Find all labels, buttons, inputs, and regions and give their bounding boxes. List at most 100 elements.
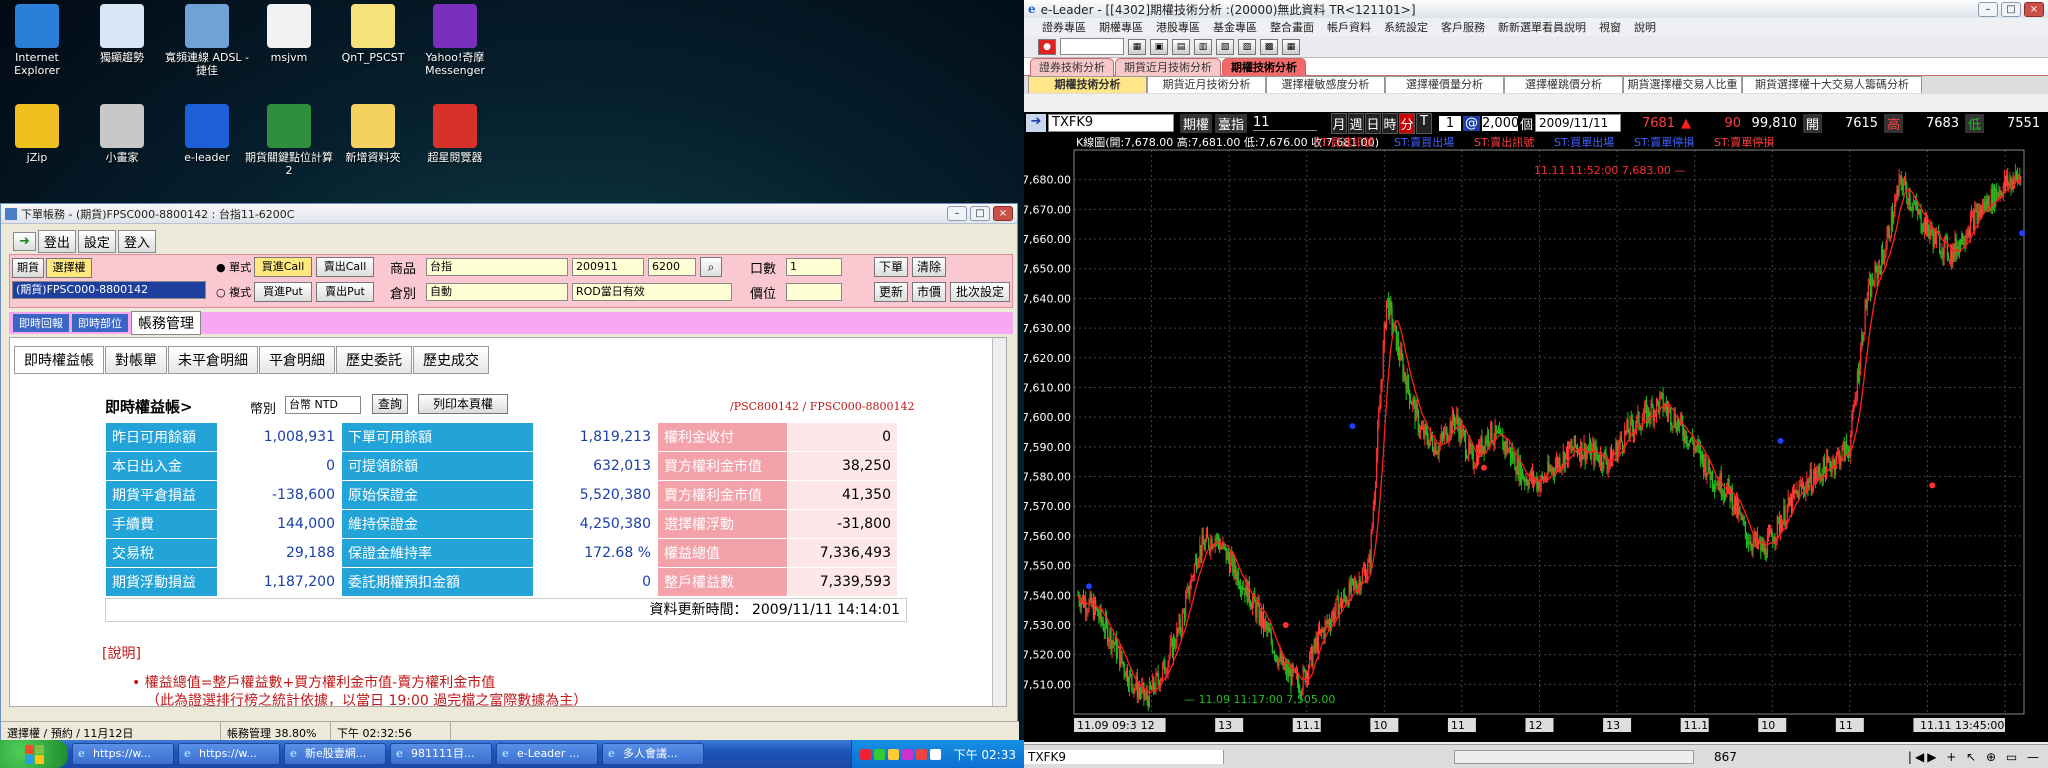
eleader-titlebar[interactable]: e e-Leader - [[4302]期權技術分析 :(20000)無此資料 … <box>1024 0 2048 18</box>
tool-icon-8[interactable]: ▦ <box>1282 38 1300 55</box>
tray-network-icon[interactable] <box>859 748 871 760</box>
tool-icon-6[interactable]: ▨ <box>1238 38 1256 55</box>
menu-item[interactable]: 視窗 <box>1599 19 1621 35</box>
desktop-icon[interactable]: e-leader <box>162 104 252 164</box>
desktop-icon[interactable]: 期貨關鍵點位計算2 <box>244 104 334 177</box>
tray-yahoo-icon[interactable] <box>901 748 913 760</box>
app-maximize-button[interactable]: □ <box>2001 1 2021 17</box>
chart-scrollbar[interactable] <box>1454 749 1694 764</box>
date-select[interactable]: 2009/11/11 <box>1535 114 1622 132</box>
tool-icon-3[interactable]: ▤ <box>1172 38 1190 55</box>
tray-volume-icon[interactable] <box>929 748 941 760</box>
kline-chart[interactable]: K線圖(開:7,678.00 高:7,681.00 低:7,676.00 收:7… <box>1022 134 2048 742</box>
taskbar-task[interactable]: e-Leader ... <box>496 743 598 765</box>
taskbar-task[interactable]: 新e股壹網... <box>284 743 386 765</box>
logout-button[interactable]: 登出 <box>37 230 76 253</box>
interval-input[interactable]: 1 <box>1439 115 1462 131</box>
refresh-button[interactable]: 更新 <box>874 282 908 302</box>
kind-label[interactable]: 期權 <box>1180 113 1213 133</box>
period-button[interactable]: 日 <box>1365 112 1382 134</box>
tab-account-management[interactable]: 帳務管理 <box>131 311 201 335</box>
analysis-tab[interactable]: 期貨選擇權十大交易人籌碼分析 <box>1742 76 1922 93</box>
currency-select[interactable]: 台幣 NTD <box>285 396 361 414</box>
period-button[interactable]: 月 <box>1331 112 1348 134</box>
menu-item[interactable]: 基金專區 <box>1213 19 1257 35</box>
menu-item[interactable]: 期權專區 <box>1099 19 1143 35</box>
tool-icon-2[interactable]: ▣ <box>1150 38 1168 55</box>
menu-item[interactable]: 港股專區 <box>1156 19 1200 35</box>
subtab-4[interactable]: 歷史委託 <box>336 346 412 374</box>
function-select[interactable] <box>1060 38 1124 55</box>
print-page-button[interactable]: 列印本頁權 <box>418 394 508 414</box>
menu-item[interactable]: 新新選單看員說明 <box>1498 19 1586 35</box>
back-arrow-icon[interactable]: ➜ <box>13 232 36 251</box>
app-minimize-button[interactable]: – <box>1978 1 1998 17</box>
go-arrow-icon[interactable]: ➜ <box>1026 114 1046 132</box>
sell-call-button[interactable]: 賣出Call <box>316 257 374 277</box>
vertical-scrollbar[interactable] <box>992 338 1006 706</box>
symbol-input[interactable]: TXFK9 <box>1048 114 1174 132</box>
desktop-icon[interactable]: QnT_PSCST <box>328 4 418 64</box>
desktop-icon[interactable]: Yahoo!奇摩 Messenger <box>410 4 500 77</box>
tab-futures[interactable]: 期貨 <box>12 258 44 278</box>
bars-input[interactable]: 2,000 <box>1482 115 1519 131</box>
analysis-tab[interactable]: 選擇權敏感度分析 <box>1266 76 1385 93</box>
subtab-0[interactable]: 即時權益帳 <box>14 346 104 374</box>
market-price-button[interactable]: 市價 <box>912 282 946 302</box>
menu-item[interactable]: 帳戶資料 <box>1327 19 1371 35</box>
record-icon[interactable]: ● <box>1038 38 1056 55</box>
desktop-icon[interactable]: 獨顯趨勢 <box>77 4 167 64</box>
radio-multi[interactable]: ○ 複式 <box>216 284 251 300</box>
buy-call-button[interactable]: 買進Call <box>254 257 312 277</box>
taskbar-task[interactable]: 多人會議... <box>602 743 704 765</box>
batch-settings-button[interactable]: 批次設定 <box>950 282 1010 302</box>
login-button[interactable]: 登入 <box>117 230 156 253</box>
tab-options[interactable]: 選擇權 <box>46 258 92 278</box>
maximize-button[interactable]: □ <box>970 206 990 221</box>
market-label[interactable]: 臺指 <box>1215 113 1248 133</box>
subtab-2[interactable]: 未平倉明細 <box>168 346 258 374</box>
analysis-tab[interactable]: 選擇權跳價分析 <box>1504 76 1623 93</box>
tray-messenger-icon[interactable] <box>887 748 899 760</box>
subtab-5[interactable]: 歷史成交 <box>413 346 489 374</box>
desktop-icon[interactable]: 寬頻連線 ADSL - 捷佳 <box>162 4 252 77</box>
month-select[interactable]: 200911 <box>572 258 644 276</box>
product-select[interactable]: 台指 <box>426 258 568 276</box>
taskbar-task[interactable]: 981111目... <box>390 743 492 765</box>
menu-item[interactable]: 系統設定 <box>1384 19 1428 35</box>
start-button[interactable] <box>0 740 68 768</box>
warehouse-select[interactable]: 自動 <box>426 283 568 301</box>
tool-icon-7[interactable]: ▩ <box>1260 38 1278 55</box>
taskbar-task[interactable]: https://w... <box>72 743 174 765</box>
desktop-icon[interactable]: 小畫家 <box>77 104 167 164</box>
qty-input[interactable]: 1 <box>786 258 842 276</box>
minimize-button[interactable]: – <box>947 206 967 221</box>
query-button[interactable]: 查詢 <box>372 394 408 414</box>
menu-item[interactable]: 說明 <box>1634 19 1656 35</box>
desktop-icon[interactable]: msjvm <box>244 4 334 64</box>
page-tab[interactable]: 期權技術分析 <box>1222 58 1306 76</box>
radio-single[interactable]: ● 單式 <box>216 259 251 275</box>
desktop-icon[interactable]: jZip <box>0 104 82 164</box>
strike-select[interactable]: 6200 <box>648 258 696 276</box>
price-input[interactable] <box>786 283 842 301</box>
chart-tool-buttons[interactable]: |◀▶ + ↖ ⊕ ▭ — <box>1908 750 2042 764</box>
tool-icon-5[interactable]: ▧ <box>1216 38 1234 55</box>
page-tab[interactable]: 證券技術分析 <box>1030 58 1114 76</box>
desktop-icon[interactable]: 新增資料夾 <box>328 104 418 164</box>
tool-icon-1[interactable]: ▦ <box>1128 38 1146 55</box>
analysis-tab[interactable]: 期貨選擇權交易人比重 <box>1623 76 1742 93</box>
analysis-tab[interactable]: 期權技術分析 <box>1028 76 1147 93</box>
settings-button[interactable]: 設定 <box>77 230 116 253</box>
period-button[interactable]: T <box>1416 112 1433 134</box>
page-tab[interactable]: 期貨近月技術分析 <box>1115 58 1221 76</box>
tab-realtime-report[interactable]: 即時回報 <box>13 314 69 332</box>
desktop-icon[interactable]: Internet Explorer <box>0 4 82 77</box>
menu-item[interactable]: 整合畫面 <box>1270 19 1314 35</box>
tab-realtime-position[interactable]: 即時部位 <box>72 314 128 332</box>
buy-put-button[interactable]: 買進Put <box>254 282 312 302</box>
subtab-1[interactable]: 對帳單 <box>105 346 167 374</box>
order-window-titlebar[interactable]: 下單帳務 - (期貨)FPSC000-8800142 : 台指11-6200C … <box>1 204 1017 224</box>
tray-security-icon[interactable] <box>873 748 885 760</box>
app-close-button[interactable]: × <box>2024 1 2044 17</box>
